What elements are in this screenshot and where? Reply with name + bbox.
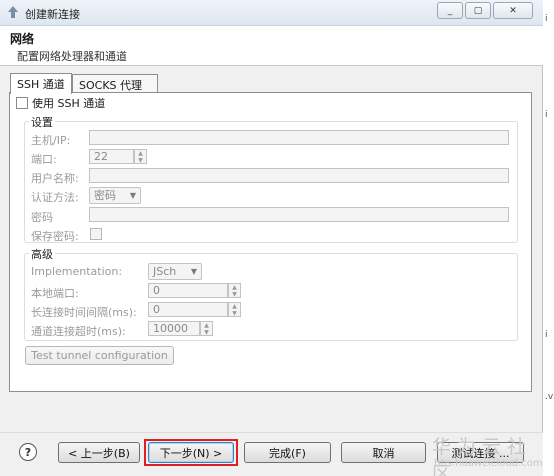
finish-button[interactable]: 完成(F)	[244, 442, 331, 463]
dialog-window: 创建新连接 _ ▢ ✕ 网络 配置网络处理器和通道 SSH 通道 SOCKS 代…	[0, 0, 543, 476]
password-label: 密码	[31, 211, 53, 224]
close-icon: ✕	[509, 5, 517, 16]
local-port-label: 本地端口:	[31, 287, 79, 300]
auth-method-value: 密码	[94, 189, 116, 202]
minimize-icon: _	[447, 5, 453, 16]
user-input[interactable]	[89, 168, 509, 183]
maximize-button[interactable]: ▢	[465, 2, 491, 19]
watermark-url: bbs.huaweicloud.com	[434, 458, 543, 469]
window-title: 创建新连接	[25, 8, 80, 21]
auth-label: 认证方法:	[31, 191, 79, 204]
use-ssh-row: 使用 SSH 通道	[16, 95, 105, 111]
edge-fragment: i	[545, 330, 548, 340]
keepalive-label: 长连接时间间隔(ms):	[31, 306, 137, 319]
spin-up-icon: ▲	[138, 150, 143, 157]
minimize-button[interactable]: _	[437, 2, 463, 19]
chevron-down-icon: ▼	[129, 191, 136, 200]
spin-up-icon: ▲	[232, 303, 237, 310]
spin-up-icon: ▲	[232, 284, 237, 291]
timeout-input[interactable]: 10000	[148, 321, 200, 336]
spin-down-icon: ▼	[232, 291, 237, 298]
page-title: 网络	[10, 32, 35, 46]
keepalive-spinner[interactable]: ▲ ▼	[228, 302, 241, 317]
page-description: 配置网络处理器和通道	[17, 50, 127, 63]
timeout-label: 通道连接超时(ms):	[31, 325, 126, 338]
implementation-label: Implementation:	[31, 265, 123, 278]
save-password-checkbox[interactable]	[90, 228, 102, 240]
chevron-down-icon: ▼	[190, 267, 197, 276]
spin-up-icon: ▲	[204, 322, 209, 329]
implementation-value: JSch	[153, 265, 177, 278]
tab-socks[interactable]: SOCKS 代理	[72, 74, 158, 93]
next-button-highlight	[144, 439, 238, 466]
port-label: 端口:	[31, 153, 57, 166]
test-tunnel-button[interactable]: Test tunnel configuration	[25, 346, 174, 365]
port-spinner[interactable]: ▲ ▼	[134, 149, 147, 164]
spin-down-icon: ▼	[138, 157, 143, 164]
port-input[interactable]: 22	[89, 149, 134, 164]
close-button[interactable]: ✕	[493, 2, 533, 19]
user-label: 用户名称:	[31, 172, 79, 185]
advanced-group-label: 高级	[29, 246, 55, 262]
local-port-spinner[interactable]: ▲ ▼	[228, 283, 241, 298]
save-password-label: 保存密码:	[31, 230, 79, 243]
host-label: 主机/IP:	[31, 134, 71, 147]
help-icon[interactable]: ?	[19, 443, 37, 461]
title-bar: 创建新连接 _ ▢ ✕	[0, 0, 543, 26]
edge-fragment: .v	[545, 392, 554, 402]
local-port-input[interactable]: 0	[148, 283, 228, 298]
password-input[interactable]	[89, 207, 509, 222]
edge-fragment: i	[545, 110, 548, 120]
maximize-icon: ▢	[473, 5, 483, 16]
host-input[interactable]	[89, 130, 509, 145]
app-icon	[8, 6, 18, 18]
keepalive-input[interactable]: 0	[148, 302, 228, 317]
back-button[interactable]: < 上一步(B)	[58, 442, 140, 463]
implementation-select[interactable]: JSch ▼	[148, 263, 202, 280]
wizard-header: 网络 配置网络处理器和通道	[0, 26, 543, 66]
auth-method-select[interactable]: 密码 ▼	[89, 187, 141, 204]
spin-down-icon: ▼	[204, 329, 209, 336]
settings-group-label: 设置	[29, 114, 55, 130]
edge-fragment: i	[545, 14, 548, 24]
timeout-spinner[interactable]: ▲ ▼	[200, 321, 213, 336]
use-ssh-label: 使用 SSH 通道	[32, 97, 106, 110]
tab-ssh[interactable]: SSH 通道	[10, 73, 72, 94]
spin-down-icon: ▼	[232, 310, 237, 317]
use-ssh-checkbox[interactable]	[16, 97, 28, 109]
cancel-button[interactable]: 取消	[341, 442, 426, 463]
watermark-logo-text: 华为云社区	[432, 436, 533, 476]
